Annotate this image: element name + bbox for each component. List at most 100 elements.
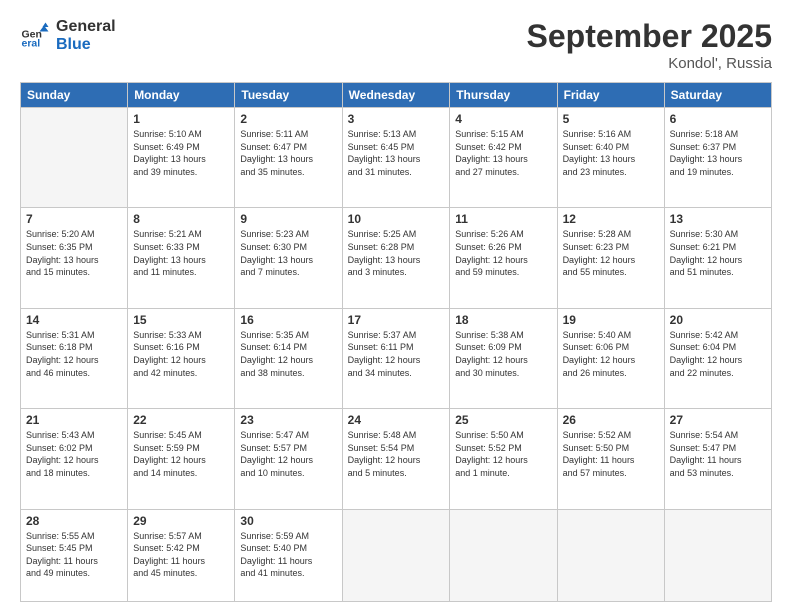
day-info: Sunrise: 5:43 AM Sunset: 6:02 PM Dayligh…: [26, 429, 122, 479]
day-number: 22: [133, 413, 229, 427]
weekday-thursday: Thursday: [450, 83, 557, 108]
day-cell: [557, 509, 664, 601]
day-info: Sunrise: 5:57 AM Sunset: 5:42 PM Dayligh…: [133, 530, 229, 580]
day-cell: 14 Sunrise: 5:31 AM Sunset: 6:18 PM Dayli…: [21, 308, 128, 408]
day-info: Sunrise: 5:31 AM Sunset: 6:18 PM Dayligh…: [26, 329, 122, 379]
logo-text: General Blue: [56, 18, 116, 53]
day-cell: 13 Sunrise: 5:30 AM Sunset: 6:21 PM Dayli…: [664, 208, 771, 308]
day-cell: 10 Sunrise: 5:25 AM Sunset: 6:28 PM Dayli…: [342, 208, 450, 308]
day-info: Sunrise: 5:10 AM Sunset: 6:49 PM Dayligh…: [133, 128, 229, 178]
day-cell: 17Sunrise: 5:37 AM Sunset: 6:11 PM Dayli…: [342, 308, 450, 408]
location: Kondol', Russia: [527, 55, 772, 72]
day-number: 10: [348, 212, 445, 226]
day-number: 11: [455, 212, 551, 226]
day-number: 18: [455, 313, 551, 327]
day-cell: 28 Sunrise: 5:55 AM Sunset: 5:45 PM Dayli…: [21, 509, 128, 601]
day-info: Sunrise: 5:45 AM Sunset: 5:59 PM Dayligh…: [133, 429, 229, 479]
day-info: Sunrise: 5:55 AM Sunset: 5:45 PM Dayligh…: [26, 530, 122, 580]
day-cell: 21Sunrise: 5:43 AM Sunset: 6:02 PM Dayli…: [21, 409, 128, 509]
day-info: Sunrise: 5:11 AM Sunset: 6:47 PM Dayligh…: [240, 128, 336, 178]
weekday-sunday: Sunday: [21, 83, 128, 108]
day-cell: 25 Sunrise: 5:50 AM Sunset: 5:52 PM Dayli…: [450, 409, 557, 509]
day-number: 4: [455, 112, 551, 126]
weekday-tuesday: Tuesday: [235, 83, 342, 108]
day-number: 7: [26, 212, 122, 226]
day-info: Sunrise: 5:33 AM Sunset: 6:16 PM Dayligh…: [133, 329, 229, 379]
day-info: Sunrise: 5:38 AM Sunset: 6:09 PM Dayligh…: [455, 329, 551, 379]
day-cell: 1 Sunrise: 5:10 AM Sunset: 6:49 PM Daylig…: [128, 108, 235, 208]
day-info: Sunrise: 5:18 AM Sunset: 6:37 PM Dayligh…: [670, 128, 766, 178]
day-info: Sunrise: 5:35 AM Sunset: 6:14 PM Dayligh…: [240, 329, 336, 379]
day-info: Sunrise: 5:50 AM Sunset: 5:52 PM Dayligh…: [455, 429, 551, 479]
day-number: 27: [670, 413, 766, 427]
day-cell: 18 Sunrise: 5:38 AM Sunset: 6:09 PM Dayli…: [450, 308, 557, 408]
day-cell: 24Sunrise: 5:48 AM Sunset: 5:54 PM Dayli…: [342, 409, 450, 509]
logo: Gen eral General Blue: [20, 18, 116, 53]
week-row-4: 28 Sunrise: 5:55 AM Sunset: 5:45 PM Dayli…: [21, 509, 772, 601]
day-cell: 4Sunrise: 5:15 AM Sunset: 6:42 PM Daylig…: [450, 108, 557, 208]
day-number: 15: [133, 313, 229, 327]
day-info: Sunrise: 5:59 AM Sunset: 5:40 PM Dayligh…: [240, 530, 336, 580]
day-info: Sunrise: 5:23 AM Sunset: 6:30 PM Dayligh…: [240, 228, 336, 278]
day-cell: 30 Sunrise: 5:59 AM Sunset: 5:40 PM Dayli…: [235, 509, 342, 601]
calendar-table: SundayMondayTuesdayWednesdayThursdayFrid…: [20, 82, 772, 602]
day-cell: 7 Sunrise: 5:20 AM Sunset: 6:35 PM Daylig…: [21, 208, 128, 308]
day-number: 28: [26, 514, 122, 528]
svg-text:eral: eral: [22, 37, 41, 49]
title-block: September 2025 Kondol', Russia: [527, 18, 772, 72]
day-cell: 19 Sunrise: 5:40 AM Sunset: 6:06 PM Dayli…: [557, 308, 664, 408]
day-cell: 20Sunrise: 5:42 AM Sunset: 6:04 PM Dayli…: [664, 308, 771, 408]
day-info: Sunrise: 5:20 AM Sunset: 6:35 PM Dayligh…: [26, 228, 122, 278]
day-cell: 5Sunrise: 5:16 AM Sunset: 6:40 PM Daylig…: [557, 108, 664, 208]
day-number: 30: [240, 514, 336, 528]
weekday-saturday: Saturday: [664, 83, 771, 108]
day-number: 19: [563, 313, 659, 327]
page-header: Gen eral General Blue September 2025 Kon…: [20, 18, 772, 72]
day-number: 6: [670, 112, 766, 126]
weekday-monday: Monday: [128, 83, 235, 108]
day-number: 12: [563, 212, 659, 226]
day-number: 23: [240, 413, 336, 427]
weekday-header-row: SundayMondayTuesdayWednesdayThursdayFrid…: [21, 83, 772, 108]
day-cell: 27Sunrise: 5:54 AM Sunset: 5:47 PM Dayli…: [664, 409, 771, 509]
week-row-2: 14 Sunrise: 5:31 AM Sunset: 6:18 PM Dayli…: [21, 308, 772, 408]
week-row-3: 21Sunrise: 5:43 AM Sunset: 6:02 PM Dayli…: [21, 409, 772, 509]
day-info: Sunrise: 5:25 AM Sunset: 6:28 PM Dayligh…: [348, 228, 445, 278]
day-info: Sunrise: 5:52 AM Sunset: 5:50 PM Dayligh…: [563, 429, 659, 479]
day-cell: 2 Sunrise: 5:11 AM Sunset: 6:47 PM Daylig…: [235, 108, 342, 208]
day-cell: 16 Sunrise: 5:35 AM Sunset: 6:14 PM Dayli…: [235, 308, 342, 408]
day-number: 16: [240, 313, 336, 327]
day-cell: 11 Sunrise: 5:26 AM Sunset: 6:26 PM Dayli…: [450, 208, 557, 308]
day-cell: [450, 509, 557, 601]
day-number: 1: [133, 112, 229, 126]
day-cell: 8Sunrise: 5:21 AM Sunset: 6:33 PM Daylig…: [128, 208, 235, 308]
day-number: 3: [348, 112, 445, 126]
day-cell: 26 Sunrise: 5:52 AM Sunset: 5:50 PM Dayli…: [557, 409, 664, 509]
day-number: 13: [670, 212, 766, 226]
day-number: 9: [240, 212, 336, 226]
logo-general: General: [56, 18, 116, 36]
month-title: September 2025: [527, 18, 772, 55]
day-info: Sunrise: 5:26 AM Sunset: 6:26 PM Dayligh…: [455, 228, 551, 278]
day-number: 14: [26, 313, 122, 327]
day-cell: 3 Sunrise: 5:13 AM Sunset: 6:45 PM Daylig…: [342, 108, 450, 208]
day-cell: [21, 108, 128, 208]
weekday-wednesday: Wednesday: [342, 83, 450, 108]
day-number: 26: [563, 413, 659, 427]
day-number: 25: [455, 413, 551, 427]
day-info: Sunrise: 5:40 AM Sunset: 6:06 PM Dayligh…: [563, 329, 659, 379]
day-info: Sunrise: 5:28 AM Sunset: 6:23 PM Dayligh…: [563, 228, 659, 278]
logo-icon: Gen eral: [20, 21, 50, 51]
day-cell: 23Sunrise: 5:47 AM Sunset: 5:57 PM Dayli…: [235, 409, 342, 509]
day-cell: 6 Sunrise: 5:18 AM Sunset: 6:37 PM Daylig…: [664, 108, 771, 208]
week-row-0: 1 Sunrise: 5:10 AM Sunset: 6:49 PM Daylig…: [21, 108, 772, 208]
day-info: Sunrise: 5:13 AM Sunset: 6:45 PM Dayligh…: [348, 128, 445, 178]
day-info: Sunrise: 5:37 AM Sunset: 6:11 PM Dayligh…: [348, 329, 445, 379]
day-number: 24: [348, 413, 445, 427]
day-cell: [342, 509, 450, 601]
day-info: Sunrise: 5:30 AM Sunset: 6:21 PM Dayligh…: [670, 228, 766, 278]
day-number: 29: [133, 514, 229, 528]
week-row-1: 7 Sunrise: 5:20 AM Sunset: 6:35 PM Daylig…: [21, 208, 772, 308]
day-number: 2: [240, 112, 336, 126]
day-cell: 15 Sunrise: 5:33 AM Sunset: 6:16 PM Dayli…: [128, 308, 235, 408]
